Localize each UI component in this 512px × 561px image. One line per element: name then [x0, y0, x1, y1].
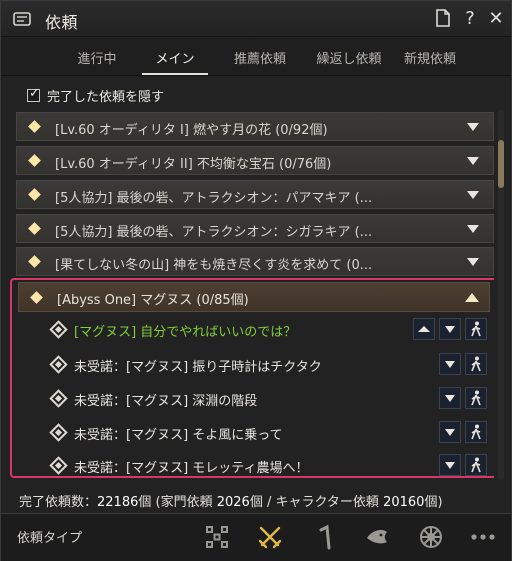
- help-button[interactable]: ?: [459, 7, 481, 29]
- quest-title: [Abyss One] マグヌス (0/85個): [57, 293, 249, 308]
- quest-marker-icon: [49, 423, 68, 442]
- scrollbar[interactable]: [498, 110, 504, 480]
- sub-quest-row[interactable]: 未受諾：[マグヌス] 振り子時計はチクタク: [49, 352, 492, 378]
- all-quests-icon[interactable]: [203, 523, 231, 551]
- sub-quest-row[interactable]: 未受諾：[マグヌス] そよ風に乗って: [49, 420, 492, 446]
- diamond-icon: [28, 154, 41, 167]
- tab-in-progress[interactable]: 進行中: [69, 48, 125, 67]
- sub-quest-row[interactable]: [マグヌス] 自分でやればいいのでは？: [49, 317, 492, 343]
- expand-arrow-icon[interactable]: [467, 191, 479, 199]
- fishing-icon[interactable]: [363, 523, 391, 551]
- diamond-icon: [28, 120, 41, 133]
- move-down-button[interactable]: [439, 318, 461, 340]
- walk-icon: [471, 321, 481, 337]
- navigate-button[interactable]: [465, 318, 487, 340]
- move-down-button[interactable]: [439, 353, 461, 375]
- navigate-button[interactable]: [465, 421, 487, 443]
- chevron-down-icon: [445, 461, 455, 469]
- tab-bar: 進行中 メイン 推薦依頼 繰返し依頼 新規依頼: [1, 38, 511, 76]
- chevron-down-icon: [445, 360, 455, 368]
- completed-mid2: 個 / キャラクター依頼: [249, 495, 384, 510]
- tab-main[interactable]: メイン: [147, 48, 203, 67]
- active-tab-indicator: [142, 73, 208, 75]
- quest-title: [Lv.60 オーディリタ I] 燃やす月の花 (0/92個): [55, 123, 328, 138]
- navigate-button[interactable]: [465, 353, 487, 375]
- quest-title: [5人協力] 最後の砦、アトラクシオン：パアマキア (...: [55, 191, 373, 206]
- quest-type-bar: 依頼タイプ: [1, 513, 511, 561]
- expand-arrow-icon[interactable]: [467, 123, 479, 131]
- expand-arrow-icon[interactable]: [467, 157, 479, 165]
- more-icon[interactable]: [469, 523, 497, 551]
- close-button[interactable]: ✕: [485, 7, 507, 29]
- quest-row[interactable]: [Lv.60 オーディリタ II] 不均衡な宝石 (0/76個): [16, 146, 494, 175]
- diamond-icon: [28, 255, 41, 268]
- quest-marker-icon: [49, 320, 68, 339]
- chevron-down-icon: [445, 325, 455, 333]
- quest-list: [Lv.60 オーディリタ I] 燃やす月の花 (0/92個) [Lv.60 オ…: [10, 110, 494, 482]
- walk-icon: [471, 424, 481, 440]
- navigate-button[interactable]: [465, 387, 487, 409]
- hide-completed-toggle[interactable]: ✓ 完了した依頼を隠す: [27, 85, 165, 105]
- hide-completed-checkbox[interactable]: ✓: [27, 85, 40, 102]
- quest-title: [5人協力] 最後の砦、アトラクシオン：シガラキア (...: [55, 225, 373, 240]
- chevron-down-icon: [445, 428, 455, 436]
- expand-arrow-icon[interactable]: [467, 225, 479, 233]
- document-icon[interactable]: [432, 7, 454, 29]
- tab-new[interactable]: 新規依頼: [397, 48, 463, 67]
- diamond-icon: [28, 188, 41, 201]
- navigate-button[interactable]: [465, 454, 487, 476]
- diamond-icon: [28, 222, 41, 235]
- walk-icon: [471, 356, 481, 372]
- scroll-icon: [13, 12, 31, 26]
- sub-quest-text: 未受諾：[マグヌス] 深淵の階段: [74, 394, 258, 409]
- character-count: 20160: [383, 495, 425, 510]
- collapse-arrow-icon[interactable]: [465, 293, 479, 302]
- sub-quest-text: [マグヌス] 自分でやればいいのでは？: [74, 325, 297, 340]
- combat-icon[interactable]: [256, 523, 284, 551]
- diamond-icon: [30, 291, 43, 304]
- quest-row[interactable]: [Lv.60 オーディリタ I] 燃やす月の花 (0/92個): [16, 112, 494, 141]
- move-down-button[interactable]: [439, 454, 461, 476]
- chevron-up-icon: [418, 326, 430, 332]
- quest-type-label: 依頼タイプ: [17, 531, 83, 546]
- family-count: 2026: [216, 495, 250, 510]
- move-down-button[interactable]: [439, 387, 461, 409]
- quest-marker-icon: [49, 456, 68, 475]
- quest-row[interactable]: [果てしない冬の山] 神をも焼き尽くす炎を求めて (0...: [16, 247, 494, 276]
- check-icon: ✓: [29, 85, 40, 101]
- completed-prefix: 完了依頼数：: [19, 495, 98, 510]
- walk-icon: [471, 390, 481, 406]
- expand-arrow-icon[interactable]: [467, 258, 479, 266]
- completed-total: 22186: [97, 495, 139, 510]
- expanded-quest-group: [Abyss One] マグヌス (0/85個) [マグヌス] 自分でやればいい…: [10, 278, 494, 478]
- hide-completed-label: 完了した依頼を隠す: [47, 89, 165, 105]
- window-title: 依頼: [45, 13, 79, 32]
- completed-mid1: 個 (家門依頼: [138, 495, 217, 510]
- sub-quest-row[interactable]: 未受諾：[マグヌス] モレッティ農場へ！: [49, 453, 492, 479]
- sub-quest-text: 未受諾：[マグヌス] そよ風に乗って: [74, 428, 283, 443]
- completed-summary: 完了依頼数：22186個 (家門依頼 2026個 / キャラクター依頼 2016…: [19, 491, 443, 510]
- title-bar[interactable]: 依頼 ? ✕: [1, 1, 511, 37]
- quest-marker-icon: [49, 355, 68, 374]
- expanded-quest-header[interactable]: [Abyss One] マグヌス (0/85個): [18, 282, 490, 312]
- sub-quest-text: 未受諾：[マグヌス] 振り子時計はチクタク: [74, 360, 322, 375]
- sub-quest-row[interactable]: 未受諾：[マグヌス] 深淵の階段: [49, 386, 492, 412]
- sub-quest-text: 未受諾：[マグヌス] モレッティ農場へ！: [74, 461, 309, 476]
- scrollbar-thumb[interactable]: [498, 140, 504, 188]
- tab-recommended[interactable]: 推薦依頼: [227, 48, 293, 67]
- walk-icon: [471, 457, 481, 473]
- move-up-button[interactable]: [413, 318, 435, 340]
- completed-suffix: 個): [424, 495, 443, 510]
- quest-row[interactable]: [5人協力] 最後の砦、アトラクシオン：シガラキア (...: [16, 214, 494, 243]
- move-down-button[interactable]: [439, 421, 461, 443]
- quest-row[interactable]: [5人協力] 最後の砦、アトラクシオン：パアマキア (...: [16, 180, 494, 209]
- quest-window: 依頼 ? ✕ 進行中 メイン 推薦依頼 繰返し依頼 新規依頼 ✓ 完了した依頼を…: [0, 0, 512, 561]
- quest-title: [果てしない冬の山] 神をも焼き尽くす炎を求めて (0...: [55, 258, 373, 273]
- chevron-down-icon: [445, 394, 455, 402]
- tab-repeat[interactable]: 繰返し依頼: [309, 48, 389, 67]
- life-icon[interactable]: [311, 523, 339, 551]
- quest-title: [Lv.60 オーディリタ II] 不均衡な宝石 (0/76個): [55, 157, 332, 172]
- quest-marker-icon: [49, 389, 68, 408]
- trade-icon[interactable]: [417, 523, 445, 551]
